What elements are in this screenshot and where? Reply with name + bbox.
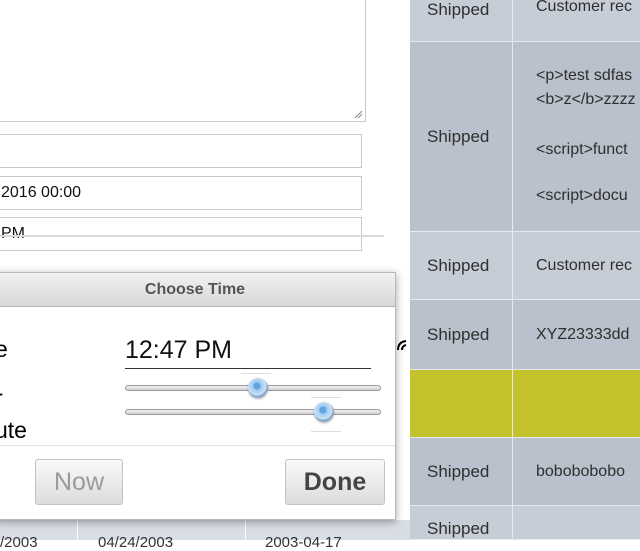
date-cell: 2003-04-17 <box>265 534 342 551</box>
table-row-selected[interactable] <box>410 370 640 438</box>
column-divider <box>77 520 78 540</box>
dialog-footer-divider <box>0 445 395 446</box>
notes-text: <script>docu <box>536 187 628 204</box>
notes-text: <p>test sdfas <box>536 67 633 84</box>
notes-cell: <p>test sdfas <b>z</b>zzzz <script>funct… <box>513 42 640 231</box>
status-cell: Shipped <box>410 506 513 539</box>
minute-slider-handle[interactable] <box>314 402 335 422</box>
slider-tick <box>311 397 341 398</box>
minute-slider[interactable] <box>125 402 381 422</box>
minute-label: ute <box>0 417 27 443</box>
text-field[interactable] <box>0 134 362 168</box>
status-cell: Shipped <box>410 232 513 299</box>
hour-slider[interactable] <box>125 378 381 398</box>
table-row[interactable]: Shipped Customer rec <box>410 232 640 300</box>
column-divider <box>245 520 246 540</box>
time-field[interactable]: PM <box>0 217 362 251</box>
table-row[interactable]: Shipped XYZ23333dd <box>410 300 640 370</box>
notes-cell: Customer rec <box>513 0 640 41</box>
time-value: 12:47 PM <box>125 336 233 364</box>
dialog-title: Choose Time <box>144 281 246 298</box>
form-divider <box>0 235 384 237</box>
table-row[interactable]: Shipped <box>410 506 640 540</box>
mouse-cursor-icon <box>397 340 407 351</box>
choose-time-dialog: Choose Time e r ute 12:47 PM Now Done <box>0 272 396 520</box>
notes-textarea[interactable] <box>0 0 366 122</box>
notes-text: <script>funct <box>536 141 628 158</box>
time-label: e <box>0 336 8 362</box>
done-button[interactable]: Done <box>285 459 385 505</box>
date-cell: /2003 <box>0 534 38 551</box>
notes-cell: bobobobobo <box>536 462 625 480</box>
table-row[interactable]: Shipped Customer rec <box>410 0 640 42</box>
status-cell: Shipped <box>410 0 513 41</box>
status-cell <box>410 370 513 437</box>
hour-label: r <box>0 385 3 412</box>
status-cell: Shipped <box>410 42 513 231</box>
dialog-header: Choose Time <box>0 273 395 307</box>
date-cell: 04/24/2003 <box>98 534 174 551</box>
notes-cell: Customer rec <box>536 256 633 274</box>
slider-tick <box>311 431 341 432</box>
notes-text: <b>z</b>zzzz <box>536 91 636 108</box>
hour-slider-handle[interactable] <box>248 378 269 398</box>
resize-grip-icon[interactable] <box>353 109 363 119</box>
notes-cell <box>513 506 640 539</box>
table-row[interactable]: Shipped bobobobobo <box>410 438 640 506</box>
notes-cell: XYZ23333dd <box>536 325 630 343</box>
status-cell: Shipped <box>410 300 513 369</box>
slider-tick <box>241 373 271 374</box>
status-cell: Shipped <box>410 438 513 505</box>
notes-cell <box>513 370 640 437</box>
table-row[interactable]: /2003 04/24/2003 2003-04-17 <box>0 520 410 551</box>
date-field[interactable]: 2016 00:00 <box>0 176 362 210</box>
orders-table: Shipped Customer rec Shipped <p>test sdf… <box>410 0 640 540</box>
table-row[interactable]: Shipped <p>test sdfas <b>z</b>zzzz <scri… <box>410 42 640 232</box>
time-underline <box>125 368 371 369</box>
now-button[interactable]: Now <box>35 459 123 505</box>
notes-text: Customer rec <box>536 0 633 15</box>
